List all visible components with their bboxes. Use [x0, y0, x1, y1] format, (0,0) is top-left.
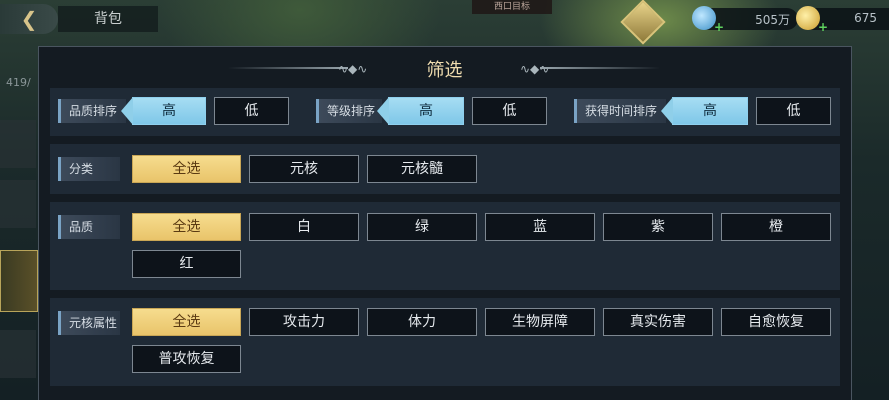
side-tab-core[interactable] [0, 250, 38, 312]
side-tab-1[interactable] [0, 120, 36, 168]
attribute-row: 元核属性 全选 攻击力 体力 生物屏障 真实伤害 自愈恢复 普攻恢复 [50, 298, 840, 386]
quality-sort-high-button[interactable]: 高 [121, 97, 206, 125]
bag-title: 背包 [58, 6, 158, 32]
attribute-option-stamina[interactable]: 体力 [367, 308, 477, 336]
level-sort-low-button[interactable]: 低 [472, 97, 547, 125]
quality-option-white[interactable]: 白 [249, 213, 359, 241]
attribute-option-self-heal[interactable]: 自愈恢复 [721, 308, 831, 336]
back-arrow-icon: ❮ [20, 7, 38, 31]
attribute-option-true-damage[interactable]: 真实伤害 [603, 308, 713, 336]
quality-sort-low-button[interactable]: 低 [214, 97, 289, 125]
title-ornament-right [540, 67, 660, 69]
diamond-emblem-icon[interactable] [620, 0, 666, 45]
gem-icon [692, 6, 716, 30]
quality-row: 品质 全选 白 绿 蓝 紫 橙 红 [50, 202, 840, 290]
attribute-option-attack[interactable]: 攻击力 [249, 308, 359, 336]
add-gem-icon[interactable]: + [714, 20, 724, 34]
side-tab-4[interactable] [0, 330, 36, 378]
side-tab-2[interactable] [0, 180, 36, 228]
category-row: 分类 全选 元核 元核髓 [50, 144, 840, 194]
quality-label: 品质 [58, 215, 120, 239]
quality-sort-label: 品质排序 [58, 99, 126, 123]
gem-amount: 505万 [755, 13, 790, 27]
attribute-option-bio-barrier[interactable]: 生物屏障 [485, 308, 595, 336]
quality-option-red[interactable]: 红 [132, 250, 241, 278]
time-sort-low-button[interactable]: 低 [756, 97, 831, 125]
level-sort-label: 等级排序 [316, 99, 382, 123]
category-label: 分类 [58, 157, 120, 181]
map-label: 西口目标 [472, 0, 552, 14]
time-sort-label: 获得时间排序 [574, 99, 666, 123]
quality-option-purple[interactable]: 紫 [603, 213, 713, 241]
quality-option-blue[interactable]: 蓝 [485, 213, 595, 241]
attribute-label: 元核属性 [58, 311, 120, 335]
gold-coin-icon [796, 6, 820, 30]
gold-resource[interactable]: + 675 [796, 6, 889, 34]
back-button[interactable]: ❮ [0, 4, 58, 34]
attribute-option-normal-attack-recovery[interactable]: 普攻恢复 [132, 345, 241, 373]
category-option-core[interactable]: 元核 [249, 155, 359, 183]
quality-option-orange[interactable]: 橙 [721, 213, 831, 241]
category-option-core-marrow[interactable]: 元核髓 [367, 155, 477, 183]
title-ornament-knot-right: ∿◆∿ [520, 62, 550, 76]
quality-option-green[interactable]: 绿 [367, 213, 477, 241]
gold-amount: 675 [854, 11, 877, 25]
gem-resource[interactable]: + 505万 [692, 6, 798, 34]
add-gold-icon[interactable]: + [818, 20, 828, 34]
sort-row: 品质排序 高 低 等级排序 高 低 获得时间排序 高 低 [50, 88, 840, 136]
attribute-option-all[interactable]: 全选 [132, 308, 241, 336]
category-option-all[interactable]: 全选 [132, 155, 241, 183]
time-sort-high-button[interactable]: 高 [661, 97, 748, 125]
quality-option-all[interactable]: 全选 [132, 213, 241, 241]
panel-title: 筛选 [426, 60, 463, 81]
top-bar: ❮ 背包 西口目标 + 505万 + 675 [0, 0, 889, 45]
level-sort-high-button[interactable]: 高 [377, 97, 464, 125]
